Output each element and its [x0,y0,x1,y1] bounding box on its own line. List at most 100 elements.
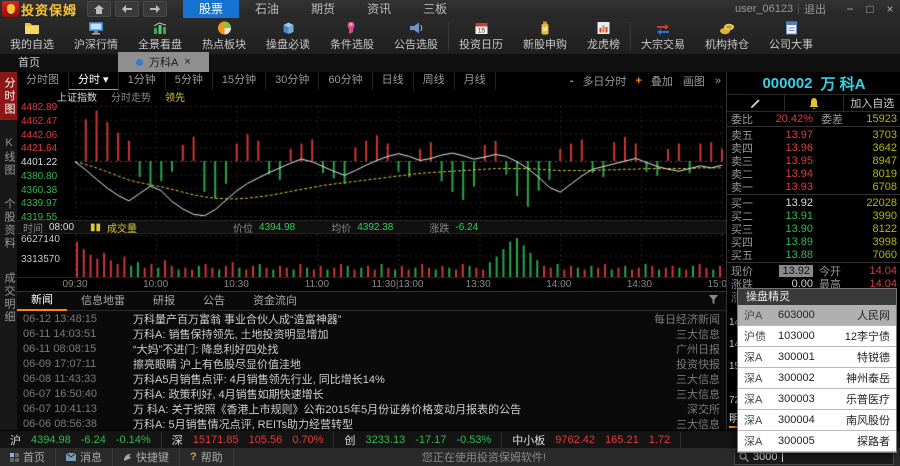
draw-button[interactable]: 画图 [678,73,710,89]
news-row[interactable]: 06-09 17:07:11擦亮眼睛 沪上有色股尽显价值洼地投资快报 [17,356,726,371]
stock-dot-icon [136,59,143,66]
horn-icon [408,19,424,35]
toolbar-panorama[interactable]: 全景看盘 [128,18,192,54]
news-row[interactable]: 06-11 14:03:51万科A: 销售保持领先, 土地投资明显增加三大信息 [17,326,726,341]
menu-tab-2[interactable]: 期货 [295,0,351,18]
ask-row[interactable]: 卖一13.936708 [727,180,900,193]
index-value: 15171.85 [193,434,239,446]
news-title: 万科A5月销售点评: 4月销售领先行业, 同比增长14% [133,371,668,387]
popup-result-row[interactable]: 深A300003乐普医疗 [738,389,896,410]
period-9[interactable]: 月线 [455,72,496,91]
index-change: -17.17 [415,434,446,446]
toolbar-my-watchlist-label: 我的自选 [10,36,54,52]
add-watchlist-button[interactable]: 加入自选 [844,95,900,111]
period-4[interactable]: 15分钟 [213,72,266,91]
popup-name: 神州泰岳 [830,370,890,386]
vtab-trade-detail[interactable]: 成交明细 [0,268,17,328]
more-chevron-icon[interactable]: » [710,75,726,87]
tab-close-icon[interactable]: × [184,56,190,68]
forward-icon[interactable] [143,1,167,17]
toolbar-must-read[interactable]: 操盘必读 [256,18,320,54]
taskbar-home-button[interactable]: 首页 [0,448,56,466]
trading-app-window: 投资保姆 股票石油期货资讯三板 user_06123 | 退出 − □ × 我的… [0,0,900,466]
vtab-timeshare[interactable]: 分时图 [0,72,17,120]
news-row[interactable]: 06-08 11:43:33万科A5月销售点评: 4月销售领先行业, 同比增长1… [17,371,726,386]
volume-scale-mid: 3313570 [21,254,60,265]
toolbar-condition-pick[interactable]: 条件选股 [320,18,384,54]
toolbar-my-watchlist[interactable]: 我的自选 [0,18,64,54]
news-tab-0[interactable]: 新闻 [17,292,67,311]
taskbar-message-button[interactable]: 消息 [56,448,113,466]
toolbar-ipo[interactable]: 新股申购 [513,18,577,54]
y-axis-label: 4482.89 [21,102,71,113]
toolbar-calendar[interactable]: 15投资日历 [449,18,513,54]
popup-result-row[interactable]: 深A300005探路者 [738,431,896,452]
popup-result-row[interactable]: 沪债10300012李宁债 [738,326,896,347]
popup-result-row[interactable]: 沪A603000人民网 [738,305,896,326]
multiday-minus-button[interactable]: - [566,75,578,87]
tab-stock[interactable]: 万科A × [118,52,209,72]
volume-canvas[interactable] [17,234,726,277]
toolbar-hs-quotes[interactable]: 沪深行情 [64,18,128,54]
news-row[interactable]: 06-07 16:50:40万科A: 政策利好, 4月销售如期快速增长三大信息 [17,386,726,401]
news-tab-4[interactable]: 资金流向 [239,293,311,310]
period-5[interactable]: 30分钟 [266,72,319,91]
index-segment[interactable]: 创3233.13-17.17-0.53% [334,432,502,448]
news-tab-1[interactable]: 信息地雷 [67,293,139,310]
news-row[interactable]: 06-06 08:56:38万科A: 5月销售情况点评, REITs助力经营转型… [17,416,726,431]
vtab-stock-info[interactable]: 个股资料 [0,194,17,254]
news-source: 三大信息 [676,371,720,387]
index-segment[interactable]: 沪4394.98-6.24-0.14% [0,432,162,448]
news-date: 06-06 08:56:38 [23,418,133,430]
back-icon[interactable] [115,1,139,17]
menu-tab-1[interactable]: 石油 [239,0,295,18]
taskbar-help-button[interactable]: ? 帮助 [180,448,234,466]
toolbar-condition-pick-label: 条件选股 [330,36,374,52]
menu-tab-0[interactable]: 股票 [183,0,239,18]
timeshare-price-pane: 4482.894462.474442.064421.644401.224380.… [17,102,726,220]
toolbar-announce-pick[interactable]: 公告选股 [384,18,448,54]
news-row[interactable]: 06-07 10:41:13万 科A: 关于按照《香港上市规则》公布2015年5… [17,401,726,416]
bid-volume: 8122 [813,223,897,235]
index-segment[interactable]: 深15171.85105.560.70% [162,432,335,448]
popup-result-row[interactable]: 深A300004南风股份 [738,410,896,431]
filter-icon[interactable] [709,295,718,307]
toolbar-company-events[interactable]: 公司大事 [759,18,823,54]
close-icon[interactable]: × [880,2,900,16]
menu-tab-3[interactable]: 资讯 [351,0,407,18]
news-row[interactable]: 06-12 13:48:15万科量产百万富翁 事业合伙人成“造富神器”每日经济新… [17,311,726,326]
tab-home[interactable]: 首页 [0,52,58,72]
toolbar-dragon-tiger[interactable]: 龙虎榜 [577,18,630,54]
toolbar-institution[interactable]: 机构持仓 [695,18,759,54]
vtab-kline[interactable]: K线图 [0,134,17,180]
alert-bell-icon[interactable] [785,95,843,111]
logout-link[interactable]: 退出 [804,1,826,17]
period-7[interactable]: 日线 [373,72,414,91]
popup-result-row[interactable]: 深A300001特锐德 [738,347,896,368]
menu-tab-4[interactable]: 三板 [407,0,463,18]
edit-pencil-icon[interactable] [727,95,785,111]
news-tab-2[interactable]: 研报 [139,293,189,310]
popup-code: 300003 [778,393,830,405]
bid-row[interactable]: 买五13.887060 [727,248,900,261]
toolbar-hot-sectors[interactable]: 热点板块 [192,18,256,54]
minimize-icon[interactable]: − [840,2,860,16]
toolbar-block-trade[interactable]: 大宗交易 [631,18,695,54]
maximize-icon[interactable]: □ [860,2,880,16]
overlay-button[interactable]: 叠加 [646,73,678,89]
index-segment[interactable]: 中小板9762.42165.211.72 [502,432,681,448]
stock-name: 万 科A [821,73,866,94]
change-label: 涨跌 [429,220,449,235]
period-6[interactable]: 60分钟 [319,72,372,91]
multiday-plus-button[interactable]: + [631,75,645,87]
period-8[interactable]: 周线 [414,72,455,91]
news-tab-3[interactable]: 公告 [189,293,239,310]
x-axis-label: 09:30 [62,279,87,290]
popup-result-row[interactable]: 深A300002神州泰岳 [738,368,896,389]
taskbar-hotkey-button[interactable]: 快捷键 [113,448,180,466]
price-chart-canvas[interactable] [17,102,726,220]
y-axis-label: 4442.06 [21,130,71,141]
popup-code: 300002 [778,372,830,384]
news-row[interactable]: 06-11 08:08:15“大妈”不进门: 降息利好四处找广州日报 [17,341,726,356]
home-icon[interactable] [87,1,111,17]
